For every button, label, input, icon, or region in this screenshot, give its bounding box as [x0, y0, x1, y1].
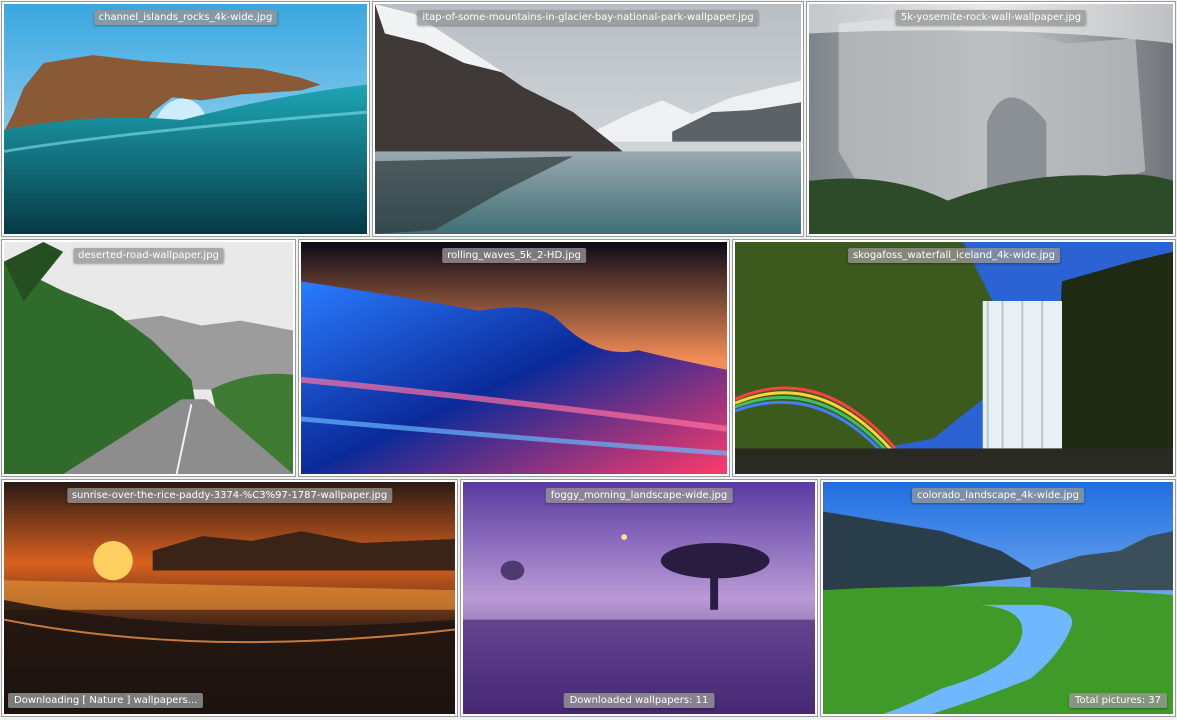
total-pictures-label: Total pictures: 37 [1069, 693, 1167, 708]
wallpaper-filename-label: sunrise-over-the-rice-paddy-3374-%C3%97-… [66, 488, 393, 503]
downloaded-count-label: Downloaded wallpapers: 11 [563, 693, 715, 708]
wallpaper-tile-yosemite[interactable]: 5k-yosemite-rock-wall-wallpaper.jpg [806, 1, 1176, 237]
skogafoss-image [735, 242, 1173, 474]
glacier-bay-image [375, 4, 801, 234]
wallpaper-filename-label: skogafoss_waterfall_iceland_4k-wide.jpg [848, 248, 1060, 263]
wallpaper-filename-label: 5k-yosemite-rock-wall-wallpaper.jpg [895, 10, 1087, 25]
wallpaper-filename-label: foggy_morning_landscape-wide.jpg [545, 488, 733, 503]
wallpaper-tile-rice-paddy[interactable]: sunrise-over-the-rice-paddy-3374-%C3%97-… [1, 479, 458, 717]
colorado-image [823, 482, 1173, 714]
wallpaper-filename-label: channel_islands_rocks_4k-wide.jpg [93, 10, 278, 25]
wallpaper-tile-deserted-road[interactable]: deserted-road-wallpaper.jpg [1, 239, 296, 477]
wallpaper-filename-label: rolling_waves_5k_2-HD.jpg [442, 248, 586, 263]
wallpaper-filename-label: itap-of-some-mountains-in-glacier-bay-na… [417, 10, 759, 25]
rolling-waves-image [301, 242, 727, 474]
deserted-road-image [4, 242, 293, 474]
wallpaper-filename-label: deserted-road-wallpaper.jpg [73, 248, 224, 263]
wallpaper-tile-foggy-morning[interactable]: foggy_morning_landscape-wide.jpg Downloa… [460, 479, 818, 717]
wallpaper-tile-channel-islands[interactable]: channel_islands_rocks_4k-wide.jpg [1, 1, 370, 237]
wallpaper-tile-rolling-waves[interactable]: rolling_waves_5k_2-HD.jpg [298, 239, 730, 477]
download-status-label: Downloading [ Nature ] wallpapers... [8, 693, 204, 708]
yosemite-image [809, 4, 1173, 234]
channel-islands-image [4, 4, 367, 234]
wallpaper-tile-skogafoss[interactable]: skogafoss_waterfall_iceland_4k-wide.jpg [732, 239, 1176, 477]
rice-paddy-image [4, 482, 455, 714]
wallpaper-tile-glacier-bay[interactable]: itap-of-some-mountains-in-glacier-bay-na… [372, 1, 804, 237]
wallpaper-tile-colorado[interactable]: colorado_landscape_4k-wide.jpg Total pic… [820, 479, 1176, 717]
wallpaper-filename-label: colorado_landscape_4k-wide.jpg [911, 488, 1085, 503]
foggy-morning-image [463, 482, 815, 714]
